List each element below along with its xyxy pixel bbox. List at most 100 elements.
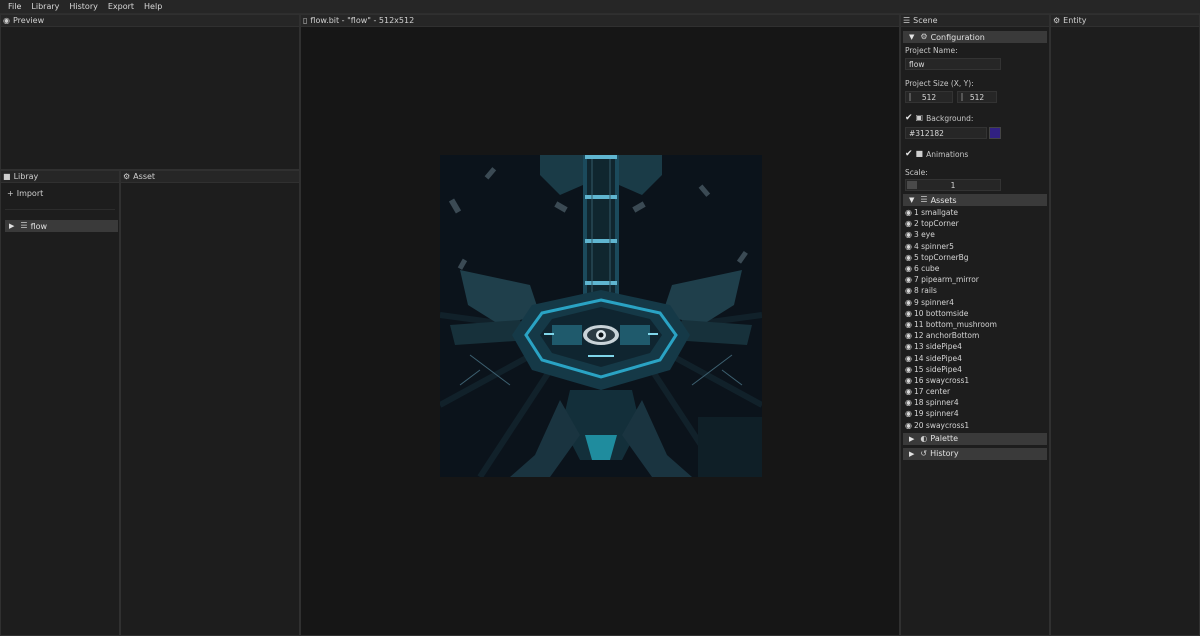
eye-icon[interactable]: ◉ — [905, 342, 912, 351]
import-button[interactable]: + Import — [7, 189, 43, 198]
scale-label: Scale: — [905, 168, 928, 177]
list-item[interactable]: ◉ 9 spinner4 — [905, 297, 1049, 308]
library-item-label: flow — [30, 221, 48, 231]
scale-value: 1 — [950, 180, 956, 190]
list-icon: ☰ — [920, 195, 928, 204]
size-y-value: 512 — [969, 92, 985, 102]
project-size-label: Project Size (X, Y): — [905, 79, 974, 88]
list-item[interactable]: ◉ 16 swaycross1 — [905, 375, 1049, 386]
list-item[interactable]: ◉ 5 topCornerBg — [905, 252, 1049, 263]
history-section-header[interactable]: ▶ ↺ History — [903, 447, 1047, 460]
gear-icon: ⚙ — [920, 32, 928, 41]
list-item[interactable]: ◉ 4 spinner5 — [905, 241, 1049, 252]
asset-name: 6 cube — [913, 264, 940, 274]
eye-icon[interactable]: ◉ — [905, 376, 912, 385]
gear-icon: ⚙ — [123, 171, 131, 181]
eye-icon[interactable]: ◉ — [905, 253, 912, 262]
list-item[interactable]: ◉ 14 sidePipe4 — [905, 352, 1049, 363]
scale-slider[interactable]: 1 — [905, 179, 1001, 191]
eye-icon[interactable]: ◉ — [905, 409, 912, 418]
list-item[interactable]: ◉ 6 cube — [905, 263, 1049, 274]
list-item[interactable]: ◉ 17 center — [905, 386, 1049, 397]
list-item[interactable]: ◉ 13 sidePipe4 — [905, 341, 1049, 352]
menu-history[interactable]: History — [64, 0, 102, 14]
eye-icon[interactable]: ◉ — [905, 219, 912, 228]
scene-artwork — [440, 155, 762, 477]
history-icon: ↺ — [920, 448, 928, 458]
asset-title: Asset — [133, 172, 156, 181]
eye-icon[interactable]: ◉ — [905, 387, 912, 396]
assets-section-header[interactable]: ▼ ☰ Assets — [903, 194, 1047, 206]
eye-icon[interactable]: ◉ — [905, 286, 912, 295]
list-item[interactable]: ◉ 8 rails — [905, 285, 1049, 296]
palette-section-header[interactable]: ▶ ◐ Palette — [903, 432, 1047, 445]
eye-icon[interactable]: ◉ — [905, 298, 912, 307]
configuration-header-label: Configuration — [930, 32, 985, 42]
eye-icon[interactable]: ◉ — [905, 320, 912, 329]
eye-icon[interactable]: ◉ — [905, 208, 912, 217]
preview-title: Preview — [12, 16, 45, 25]
list-item[interactable]: ◉ 2 topCorner — [905, 218, 1049, 229]
background-color-swatch[interactable] — [989, 127, 1001, 139]
eye-icon[interactable]: ◉ — [905, 354, 912, 363]
expand-arrow-icon[interactable]: ▶ — [909, 435, 914, 443]
viewport-panel-header: ▯ flow.bit - "flow" - 512x512 — [301, 15, 899, 27]
size-x-input[interactable]: 512 — [905, 91, 953, 103]
list-item[interactable]: ◉ 1 smallgate — [905, 207, 1049, 218]
list-item[interactable]: ◉ 19 spinner4 — [905, 408, 1049, 419]
asset-name: 7 pipearm_mirror — [913, 275, 979, 285]
scale-slider-handle[interactable] — [907, 181, 917, 189]
entity-panel-header: ⚙ Entity — [1051, 15, 1199, 27]
list-item[interactable]: ◉ 3 eye — [905, 229, 1049, 240]
drag-handle[interactable] — [909, 93, 911, 101]
eye-icon[interactable]: ◉ — [905, 264, 912, 273]
list-item[interactable]: ◉ 20 swaycross1 — [905, 420, 1049, 431]
eye-icon[interactable]: ◉ — [905, 365, 912, 374]
list-item[interactable]: ◉ 12 anchorBottom — [905, 330, 1049, 341]
entity-panel: ⚙ Entity — [1050, 14, 1200, 636]
list-item[interactable]: ◉ 7 pipearm_mirror — [905, 274, 1049, 285]
check-icon[interactable]: ✔ — [905, 149, 913, 159]
scene-title: Scene — [913, 16, 938, 25]
library-item-flow[interactable]: ▶ ☰ flow — [5, 220, 118, 232]
configuration-section-header[interactable]: ▼ ⚙ Configuration — [903, 31, 1047, 43]
size-y-input[interactable]: 512 — [957, 91, 997, 103]
library-panel-header: ■ Libray — [1, 171, 119, 183]
collapse-arrow-icon[interactable]: ▼ — [909, 196, 914, 204]
background-hex-input[interactable]: #312182 — [905, 127, 987, 139]
book-icon: ■ — [3, 171, 11, 181]
eye-icon[interactable]: ◉ — [905, 275, 912, 284]
menu-export[interactable]: Export — [103, 0, 139, 14]
asset-name: 5 topCornerBg — [913, 252, 969, 262]
eye-icon[interactable]: ◉ — [905, 398, 912, 407]
expand-arrow-icon[interactable]: ▶ — [909, 450, 914, 458]
scene-panel-header: ☰ Scene — [901, 15, 1049, 27]
collapse-arrow-icon[interactable]: ▼ — [909, 33, 914, 41]
eye-icon[interactable]: ◉ — [905, 242, 912, 251]
check-icon[interactable]: ✔ — [905, 113, 913, 123]
list-item[interactable]: ◉ 11 bottom_mushroom — [905, 319, 1049, 330]
menu-file[interactable]: File — [3, 0, 26, 14]
expand-arrow-icon[interactable]: ▶ — [9, 222, 14, 230]
library-divider — [5, 209, 115, 210]
assets-list: ◉ 1 smallgate ◉ 2 topCorner ◉ 3 eye ◉ 4 spin… — [901, 207, 1049, 431]
list-item[interactable]: ◉ 10 bottomside — [905, 308, 1049, 319]
asset-panel-header: ⚙ Asset — [121, 171, 299, 183]
scene-canvas[interactable] — [440, 155, 762, 477]
menu-help[interactable]: Help — [139, 0, 167, 14]
asset-name: 11 bottom_mushroom — [913, 319, 997, 329]
eye-icon[interactable]: ◉ — [905, 331, 912, 340]
eye-icon[interactable]: ◉ — [905, 421, 912, 430]
eye-icon[interactable]: ◉ — [905, 230, 912, 239]
asset-name: 18 spinner4 — [913, 398, 959, 408]
gear-icon: ⚙ — [1053, 15, 1061, 25]
list-item[interactable]: ◉ 15 sidePipe4 — [905, 364, 1049, 375]
list-item[interactable]: ◉ 18 spinner4 — [905, 397, 1049, 408]
menu-library[interactable]: Library — [26, 0, 64, 14]
background-toggle-row: ✔ ▣ Background: — [901, 113, 1049, 123]
eye-icon[interactable]: ◉ — [905, 309, 912, 318]
project-name-input[interactable]: flow — [905, 58, 1001, 70]
animations-label[interactable]: Animations — [926, 150, 968, 159]
eye-icon: ◉ — [3, 15, 10, 25]
drag-handle[interactable] — [961, 93, 963, 101]
